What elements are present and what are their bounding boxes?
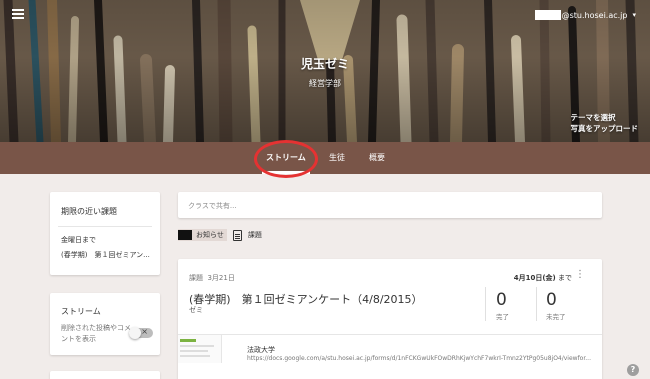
upcoming-assignment-link[interactable]: (春学期) 第１回ゼミアン... (61, 250, 150, 260)
share-input[interactable]: クラスで共有... (178, 192, 602, 218)
assignment-due-suffix: まで (558, 274, 572, 282)
done-label: 完了 (496, 313, 509, 321)
form-thumbnail[interactable] (178, 335, 222, 363)
assignment-title[interactable]: (春学期) 第１回ゼミアンケート（4/8/2015） (189, 291, 423, 307)
class-title: 児玉ゼミ (300, 57, 349, 71)
stream-filters: お知らせ 課題 (178, 229, 262, 241)
close-icon: × (141, 327, 148, 336)
select-theme-label: テーマを選択 (570, 113, 616, 122)
tab-students[interactable]: 生徒 (329, 142, 345, 174)
filter-assignments-label: 課題 (247, 231, 262, 239)
announcement-icon (178, 230, 192, 240)
filter-announcements[interactable]: お知らせ (178, 229, 227, 241)
due-label: 金曜日まで (61, 236, 96, 244)
menu-icon[interactable] (12, 9, 24, 19)
filter-announcements-label: お知らせ (196, 231, 224, 239)
chevron-down-icon: ▾ (632, 11, 636, 19)
upcoming-card: 期限の近い課題 金曜日まで (春学期) 第１回ゼミアン... (50, 192, 160, 275)
class-subtitle: 経営学部 (309, 79, 341, 88)
assignment-due-date: 4月10日(金) (513, 274, 556, 282)
stream-settings-title: ストリーム (61, 307, 101, 316)
filter-assignments[interactable]: 課題 (227, 229, 262, 241)
assignment-subtitle: ゼミ (189, 306, 203, 314)
stream-settings-desc-line2: ントを表示 (61, 335, 96, 343)
theme-photo-button[interactable]: テーマを選択 写真をアップロード (571, 112, 639, 134)
done-count-block[interactable]: 0 完了 (496, 290, 509, 321)
assignment-meta: 課題 3月21日 (189, 273, 235, 283)
stream-settings-card: ストリーム 削除された投稿やコメ ントを表示 × (50, 293, 160, 355)
upcoming-title: 期限の近い課題 (61, 207, 117, 216)
assignment-due: 4月10日(金) まで (514, 273, 572, 283)
tab-stream[interactable]: ストリーム (262, 142, 310, 174)
help-icon[interactable]: ? (627, 364, 639, 376)
done-count: 0 (496, 290, 507, 310)
assignment-card[interactable]: 課題 3月21日 4月10日(金) まで ⋮ (春学期) 第１回ゼミアンケート（… (178, 259, 602, 379)
notdone-count-block[interactable]: 0 未完了 (546, 290, 566, 321)
assignment-date: 3月21日 (207, 274, 235, 282)
upload-photo-label: 写真をアップロード (570, 124, 639, 133)
redacted-username (534, 10, 561, 20)
show-deleted-toggle[interactable]: × (129, 327, 153, 339)
toggle-knob (129, 327, 141, 339)
assignment-icon (232, 229, 242, 241)
stream-settings-desc: 削除された投稿やコメ ントを表示 (61, 323, 131, 345)
more-vert-icon[interactable]: ⋮ (575, 270, 585, 280)
attachment-url[interactable]: https://docs.google.com/a/stu.hosei.ac.j… (247, 355, 597, 362)
tab-about[interactable]: 概要 (369, 142, 385, 174)
tab-bar: ストリーム 生徒 概要 (0, 142, 650, 174)
sidebar-card-partial (50, 371, 160, 379)
attachment-name[interactable]: 法政大学 (247, 345, 275, 355)
notdone-label: 未完了 (546, 313, 566, 321)
assignment-type: 課題 (189, 274, 203, 282)
notdone-count: 0 (546, 290, 557, 310)
stream-settings-desc-line1: 削除された投稿やコメ (61, 324, 131, 332)
account-email: @stu.hosei.ac.jp (561, 10, 628, 20)
account-menu[interactable]: @stu.hosei.ac.jp ▾ (534, 10, 636, 20)
